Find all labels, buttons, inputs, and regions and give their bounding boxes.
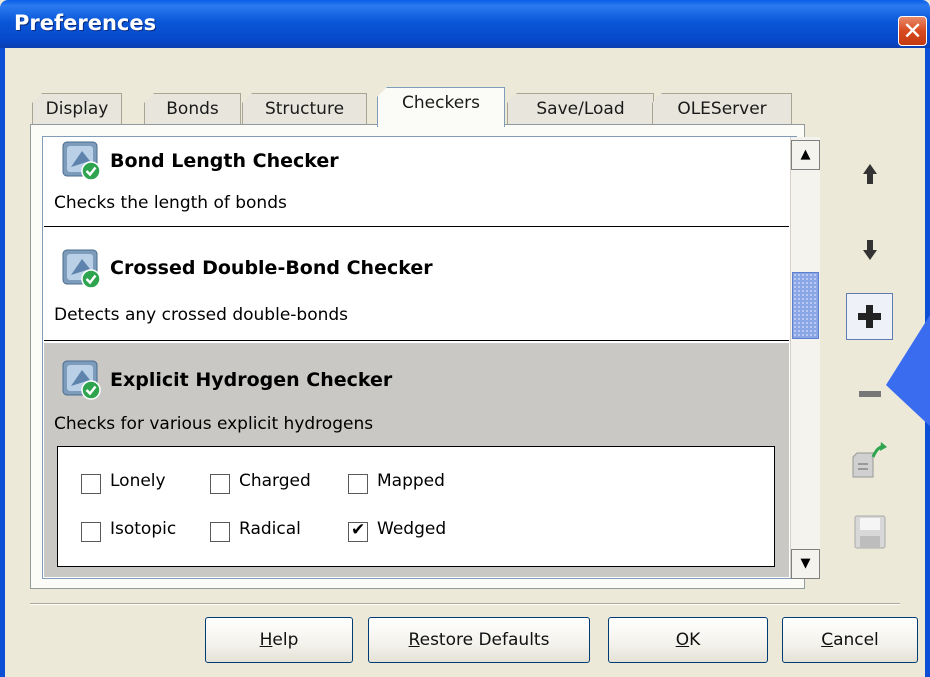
checker-description: Detects any crossed double-bonds xyxy=(54,305,349,325)
checker-item-crossed-double-bond[interactable]: Crossed Double-Bond Checker Detects any … xyxy=(44,231,789,341)
move-up-button[interactable] xyxy=(845,154,895,202)
tab-oleserver[interactable]: OLEServer xyxy=(652,93,792,126)
tab-bonds[interactable]: Bonds xyxy=(144,93,241,126)
move-up-icon xyxy=(863,164,877,184)
close-icon: ✕ xyxy=(902,17,923,45)
arrow-up-icon: ▲ xyxy=(800,147,811,162)
cancel-label: ancel xyxy=(833,630,879,650)
tab-label: Display xyxy=(45,99,109,119)
move-down-icon xyxy=(863,240,877,260)
tab-label: Save/Load xyxy=(536,99,625,119)
save-button[interactable] xyxy=(845,508,895,556)
checkbox-label: Mapped xyxy=(377,471,445,491)
checker-item-bond-length[interactable]: Bond Length Checker Checks the length of… xyxy=(44,137,789,227)
checkbox-label: Radical xyxy=(239,519,301,539)
tab-label: Checkers xyxy=(402,93,480,113)
checkbox-label: Isotopic xyxy=(110,519,177,539)
title-bar[interactable]: Preferences ✕ xyxy=(0,0,930,48)
checkbox-lonely[interactable] xyxy=(81,474,101,494)
checker-icon xyxy=(62,141,102,181)
window-frame-left xyxy=(0,48,5,677)
tab-checkers[interactable]: Checkers xyxy=(377,87,505,127)
checker-title: Crossed Double-Bond Checker xyxy=(110,257,433,279)
help-label: elp xyxy=(272,630,299,650)
hydrogen-options-box: Lonely Charged Mapped Isotopic Radical ✔… xyxy=(57,446,775,567)
list-scrollbar[interactable] xyxy=(790,137,820,578)
separator xyxy=(30,603,900,605)
checker-description: Checks the length of bonds xyxy=(54,193,287,213)
cancel-mnemonic: C xyxy=(821,630,834,650)
restore-mnemonic: R xyxy=(408,630,420,650)
help-button[interactable]: Help xyxy=(205,617,353,663)
scroll-down-button[interactable]: ▼ xyxy=(791,549,820,579)
checkbox-label: Wedged xyxy=(377,519,447,539)
checkbox-label: Charged xyxy=(239,471,311,491)
save-icon xyxy=(854,515,886,549)
ok-label: K xyxy=(689,630,701,650)
checker-title: Explicit Hydrogen Checker xyxy=(110,369,393,391)
tab-structure[interactable]: Structure xyxy=(242,93,367,126)
checkmark-icon: ✔ xyxy=(351,520,366,540)
checker-icon xyxy=(62,360,102,400)
export-button[interactable] xyxy=(845,435,895,483)
tab-label: Structure xyxy=(264,99,345,119)
tab-save-load[interactable]: Save/Load xyxy=(507,93,654,126)
restore-label: estore Defaults xyxy=(419,630,550,650)
checkbox-label: Lonely xyxy=(110,471,166,491)
checker-icon xyxy=(62,249,102,289)
arrow-down-icon: ▼ xyxy=(800,556,811,571)
checkbox-radical[interactable] xyxy=(210,522,230,542)
checkbox-isotopic[interactable] xyxy=(81,522,101,542)
ok-button[interactable]: OK xyxy=(608,617,768,663)
help-mnemonic: H xyxy=(259,630,273,650)
close-button[interactable]: ✕ xyxy=(898,16,927,46)
checkbox-mapped[interactable] xyxy=(348,474,368,494)
scroll-up-button[interactable]: ▲ xyxy=(791,140,820,170)
ok-mnemonic: O xyxy=(675,630,690,650)
checkbox-charged[interactable] xyxy=(210,474,230,494)
cancel-button[interactable]: Cancel xyxy=(782,617,918,663)
checker-description: Checks for various explicit hydrogens xyxy=(54,414,374,434)
scroll-thumb[interactable] xyxy=(792,272,819,339)
tab-label: OLEServer xyxy=(677,99,767,119)
export-icon xyxy=(852,442,887,478)
pointer-arrow-icon xyxy=(886,314,930,427)
window-title: Preferences xyxy=(14,11,157,35)
tab-display[interactable]: Display xyxy=(32,93,122,126)
move-down-button[interactable] xyxy=(845,230,895,278)
restore-defaults-button[interactable]: Restore Defaults xyxy=(368,617,590,663)
checker-title: Bond Length Checker xyxy=(110,150,339,172)
tab-label: Bonds xyxy=(166,99,219,119)
checkbox-wedged[interactable]: ✔ xyxy=(348,520,368,542)
